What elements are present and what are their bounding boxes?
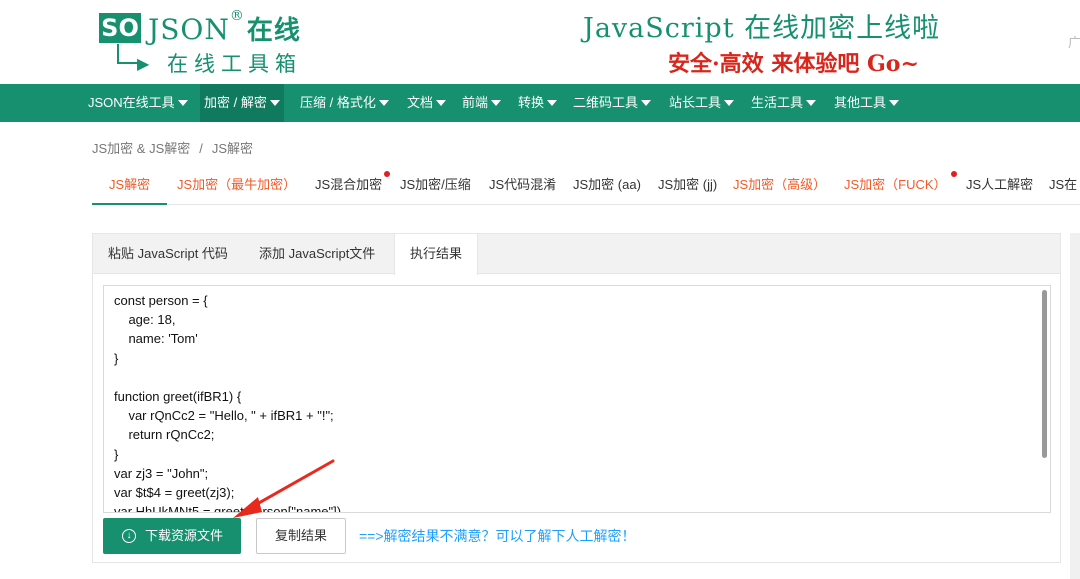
caret-down-icon <box>641 99 652 106</box>
nav-item-qrcode-tools[interactable]: 二维码工具 <box>569 84 655 122</box>
copy-result-button[interactable]: 复制结果 <box>256 518 346 554</box>
caret-down-icon <box>269 99 280 106</box>
breadcrumb-parent[interactable]: JS加密 & JS解密 <box>92 141 190 156</box>
nav-item-label: 加密 / 解密 <box>204 95 267 110</box>
nav-item-label: 压缩 / 格式化 <box>300 95 376 110</box>
tab-js-online[interactable]: JS在 <box>1049 164 1077 205</box>
new-badge-dot <box>951 171 957 177</box>
nav-item-encrypt-decrypt[interactable]: 加密 / 解密 <box>200 84 284 122</box>
manual-decrypt-hint-link[interactable]: ==>解密结果不满意？可以了解下人工解密！ <box>359 518 636 554</box>
nav-item-label: 文档 <box>407 95 434 110</box>
nav-item-label: 二维码工具 <box>573 95 639 110</box>
logo-wordmark: JSON®在线 <box>148 8 301 47</box>
nav-item-docs[interactable]: 文档 <box>403 84 450 122</box>
nav-item-compress-format[interactable]: 压缩 / 格式化 <box>296 84 393 122</box>
tab-js-encrypt-compress[interactable]: JS加密/压缩 <box>400 164 471 205</box>
nav-item-frontend[interactable]: 前端 <box>458 84 505 122</box>
caret-down-icon <box>547 99 558 106</box>
tab-js-mixed-encrypt[interactable]: JS混合加密 <box>315 164 382 205</box>
banner-slogan-line1[interactable]: JavaScript 在线加密上线啦 <box>583 6 940 45</box>
logo-so-box: SO <box>99 13 141 43</box>
nav-item-label: 站长工具 <box>669 95 722 110</box>
ad-mark: 广 <box>1068 35 1080 50</box>
breadcrumb-current: JS解密 <box>211 141 254 156</box>
caret-down-icon <box>177 99 188 106</box>
tab-js-encrypt-aa[interactable]: JS加密 (aa) <box>573 164 641 205</box>
tab-add-file[interactable]: 添加 JavaScript文件 <box>244 234 390 274</box>
caret-down-icon <box>378 99 389 106</box>
caret-down-icon <box>436 99 447 106</box>
tab-js-manual-decrypt[interactable]: JS人工解密 <box>966 164 1033 205</box>
banner-slogan-line2[interactable]: 安全·高效 来体验吧 Go~ <box>668 46 919 78</box>
result-code-text[interactable]: const person = { age: 18, name: 'Tom' } … <box>104 286 1050 512</box>
nav-item-label: 前端 <box>462 95 489 110</box>
tab-paste-code[interactable]: 粘贴 JavaScript 代码 <box>93 234 243 274</box>
nav-item-life-tools[interactable]: 生活工具 <box>747 84 820 122</box>
tab-js-encrypt-jj[interactable]: JS加密 (jj) <box>658 164 717 205</box>
result-code-area[interactable]: const person = { age: 18, name: 'Tom' } … <box>103 285 1051 513</box>
download-button-label: 下载资源文件 <box>145 528 224 543</box>
download-circle-icon: ↓ <box>122 529 136 543</box>
tab-result[interactable]: 执行结果 <box>394 234 479 275</box>
nav-item-other-tools[interactable]: 其他工具 <box>830 84 903 122</box>
logo-registered-mark: ® <box>229 8 245 24</box>
caret-down-icon <box>889 99 900 106</box>
logo-json-text: JSON <box>148 13 230 46</box>
tab-js-encrypt-fuck[interactable]: JS加密（FUCK） <box>844 164 947 205</box>
caret-down-icon <box>806 99 817 106</box>
nav-item-label: 转换 <box>518 95 545 110</box>
download-button[interactable]: ↓ 下载资源文件 <box>103 518 241 554</box>
nav-item-label: 生活工具 <box>751 95 804 110</box>
logo-online-text: 在线 <box>246 16 301 46</box>
tool-panel: 粘贴 JavaScript 代码 添加 JavaScript文件 执行结果 co… <box>92 233 1061 563</box>
code-scrollbar[interactable] <box>1042 290 1047 458</box>
nav-item-json-tools[interactable]: JSON在线工具 <box>84 84 192 122</box>
site-header: SO JSON®在线 ▶ 在线工具箱 JavaScript 在线加密上线啦 安全… <box>0 0 1080 84</box>
nav-item-convert[interactable]: 转换 <box>514 84 561 122</box>
panel-tab-bar: 粘贴 JavaScript 代码 添加 JavaScript文件 执行结果 <box>93 234 1060 275</box>
tab-js-obfuscate[interactable]: JS代码混淆 <box>489 164 556 205</box>
nav-item-label: 其他工具 <box>834 95 887 110</box>
caret-down-icon <box>491 99 502 106</box>
tab-js-encrypt-advanced[interactable]: JS加密（高级） <box>733 164 826 205</box>
main-nav: JSON在线工具 加密 / 解密 压缩 / 格式化 文档 前端 转换 二维码工具… <box>0 84 1080 122</box>
breadcrumb-separator: / <box>199 141 203 156</box>
nav-item-webmaster-tools[interactable]: 站长工具 <box>665 84 738 122</box>
breadcrumb: JS加密 & JS解密 / JS解密 <box>92 138 253 157</box>
logo-arrow-icon: ▶ <box>137 56 150 73</box>
new-badge-dot <box>384 171 390 177</box>
tab-js-encrypt-best[interactable]: JS加密（最牛加密） <box>177 164 296 205</box>
nav-item-label: JSON在线工具 <box>88 95 175 110</box>
caret-down-icon <box>724 99 735 106</box>
tool-tabs: JS解密 JS加密（最牛加密） JS混合加密 JS加密/压缩 JS代码混淆 JS… <box>92 164 1080 205</box>
logo-arrow-line <box>117 44 139 64</box>
tab-js-decrypt[interactable]: JS解密 <box>92 164 168 205</box>
page-scrollbar[interactable] <box>1070 233 1080 579</box>
logo-subtitle: 在线工具箱 <box>167 52 302 76</box>
